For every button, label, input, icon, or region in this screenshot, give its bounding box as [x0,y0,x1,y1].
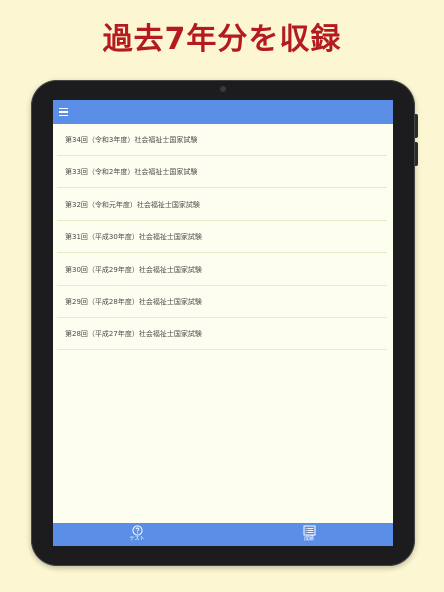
volume-down-button [415,142,418,166]
exam-list-item-label: 第29回（平成28年度）社会福祉士国家試験 [65,297,202,306]
top-nav-bar [53,100,393,124]
list-icon [303,525,315,536]
hamburger-menu-icon[interactable] [59,108,68,116]
exam-list-item-label: 第33回（令和2年度）社会福祉士国家試験 [65,168,198,177]
exam-list-item-label: 第34回（令和3年度）社会福祉士国家試験 [65,136,198,144]
tab-results-label: 成績 [303,536,314,542]
tab-test-label: テスト [129,536,145,542]
exam-list-item-label: 第32回（令和元年度）社会福祉士国家試験 [65,200,200,209]
tab-test[interactable]: テスト [117,525,157,545]
exam-list-item-label: 第31回（平成30年度）社会福祉士国家試験 [65,233,202,242]
volume-up-button [415,114,418,138]
bottom-tab-bar: テスト 成績 [53,523,393,546]
exam-list-item[interactable]: 第34回（令和3年度）社会福祉士国家試験 [57,125,387,156]
exam-list: 第34回（令和3年度）社会福祉士国家試験 第33回（令和2年度）社会福祉士国家試… [57,125,387,352]
app-screen: 第34回（令和3年度）社会福祉士国家試験 第33回（令和2年度）社会福祉士国家試… [53,100,393,546]
exam-list-item[interactable]: 第30回（平成29年度）社会福祉士国家試験 [57,254,387,286]
exam-list-item-label: 第30回（平成29年度）社会福祉士国家試験 [65,265,202,274]
exam-list-item[interactable]: 第31回（平成30年度）社会福祉士国家試験 [57,222,387,254]
tab-results[interactable]: 成績 [289,525,329,545]
exam-list-item[interactable]: 第32回（令和元年度）社会福祉士国家試験 [57,189,387,221]
exam-list-item[interactable]: 第29回（平成28年度）社会福祉士国家試験 [57,286,387,318]
promo-headline: 過去7年分を収録 [102,22,342,57]
exam-list-item-label: 第28回（平成27年度）社会福祉士国家試験 [65,330,202,339]
question-circle-icon [131,525,143,536]
camera-dot [220,86,226,92]
exam-list-item[interactable]: 第28回（平成27年度）社会福祉士国家試験 [57,319,387,351]
tablet-frame: 第34回（令和3年度）社会福祉士国家試験 第33回（令和2年度）社会福祉士国家試… [31,80,418,566]
exam-list-item[interactable]: 第33回（令和2年度）社会福祉士国家試験 [57,157,387,189]
